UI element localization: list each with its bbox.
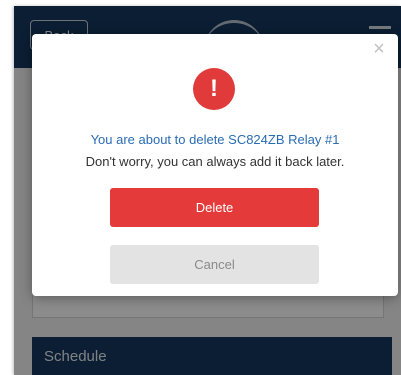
alert-icon: ! <box>193 68 235 110</box>
delete-warning-message: You are about to delete SC824ZB Relay #1 <box>90 132 340 147</box>
cancel-button[interactable]: Cancel <box>110 245 319 284</box>
reassurance-message: Don't worry, you can always add it back … <box>85 154 345 169</box>
screen: Back Schedule × ! You are about to delet… <box>0 0 401 375</box>
delete-button[interactable]: Delete <box>110 188 319 227</box>
close-icon[interactable]: × <box>370 39 388 59</box>
delete-confirmation-dialog: × ! You are about to delete SC824ZB Rela… <box>32 34 398 296</box>
